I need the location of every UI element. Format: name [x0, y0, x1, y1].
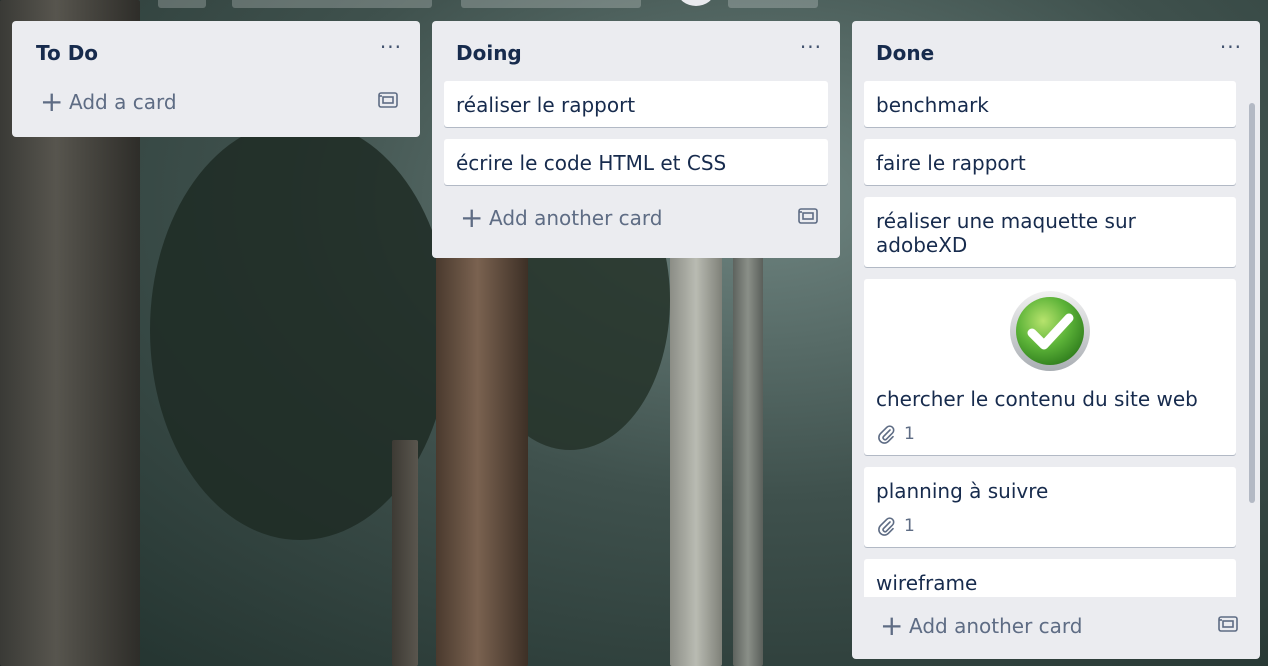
list-menu-icon[interactable]: ··· [1220, 35, 1242, 59]
add-card-label: Add another card [909, 614, 1083, 638]
paperclip-icon [878, 425, 895, 444]
scrollbar-thumb[interactable] [1249, 103, 1255, 503]
list-menu-icon[interactable]: ··· [380, 35, 402, 59]
card-title: réaliser une maquette sur adobeXD [876, 209, 1136, 257]
card-cover [876, 289, 1224, 373]
card-title: faire le rapport [876, 151, 1026, 175]
card-template-icon[interactable] [1218, 615, 1238, 637]
list-doing: Doing ··· réaliser le rapport écrire le … [432, 21, 840, 258]
check-icon [1010, 291, 1090, 371]
plus-icon: + [460, 201, 484, 234]
card-title: benchmark [876, 93, 989, 117]
card-title: planning à suivre [876, 479, 1049, 503]
card-template-icon[interactable] [378, 91, 398, 113]
header-button[interactable] [158, 0, 206, 8]
card[interactable]: écrire le code HTML et CSS [444, 139, 828, 185]
header-button[interactable] [461, 0, 641, 8]
card-template-icon[interactable] [798, 207, 818, 229]
list-menu-icon[interactable]: ··· [800, 35, 822, 59]
plus-icon: + [880, 609, 904, 642]
add-card-label: Add a card [69, 90, 177, 114]
card-container: benchmark faire le rapport réaliser une … [852, 81, 1260, 597]
plus-icon: + [40, 85, 64, 118]
list-title[interactable]: Done [876, 41, 934, 65]
list-done: Done ··· benchmark faire le rapport réal… [852, 21, 1260, 659]
header-button[interactable] [728, 0, 818, 8]
add-card-button[interactable]: + Add another card [852, 601, 1260, 649]
add-card-label: Add another card [489, 206, 663, 230]
list-todo: To Do ··· + Add a card [12, 21, 420, 137]
card[interactable]: chercher le contenu du site web 1 [864, 279, 1236, 455]
attachment-count: 1 [904, 424, 915, 444]
card[interactable]: planning à suivre 1 [864, 467, 1236, 547]
list-header: Done ··· [852, 21, 1260, 83]
add-card-button[interactable]: + Add a card [12, 77, 420, 125]
attachment-badge: 1 [876, 515, 1224, 537]
card[interactable]: benchmark [864, 81, 1236, 127]
header-button[interactable] [232, 0, 432, 8]
card[interactable]: faire le rapport [864, 139, 1236, 185]
list-title[interactable]: To Do [36, 41, 98, 65]
background-tree [670, 240, 722, 666]
paperclip-icon [878, 517, 895, 536]
list-header: Doing ··· [432, 21, 840, 83]
card-title: wireframe [876, 571, 978, 595]
background-tree [392, 440, 418, 666]
background-tree [733, 240, 763, 666]
card[interactable]: réaliser une maquette sur adobeXD [864, 197, 1236, 267]
card-title: chercher le contenu du site web [876, 387, 1198, 411]
attachment-count: 1 [904, 516, 915, 536]
background-tree [436, 240, 528, 666]
list-header: To Do ··· [12, 21, 420, 83]
list-title[interactable]: Doing [456, 41, 522, 65]
card[interactable]: réaliser le rapport [444, 81, 828, 127]
avatar[interactable] [678, 0, 714, 6]
add-card-button[interactable]: + Add another card [432, 193, 840, 241]
attachment-badge: 1 [876, 423, 1224, 445]
card[interactable]: wireframe [864, 559, 1236, 597]
